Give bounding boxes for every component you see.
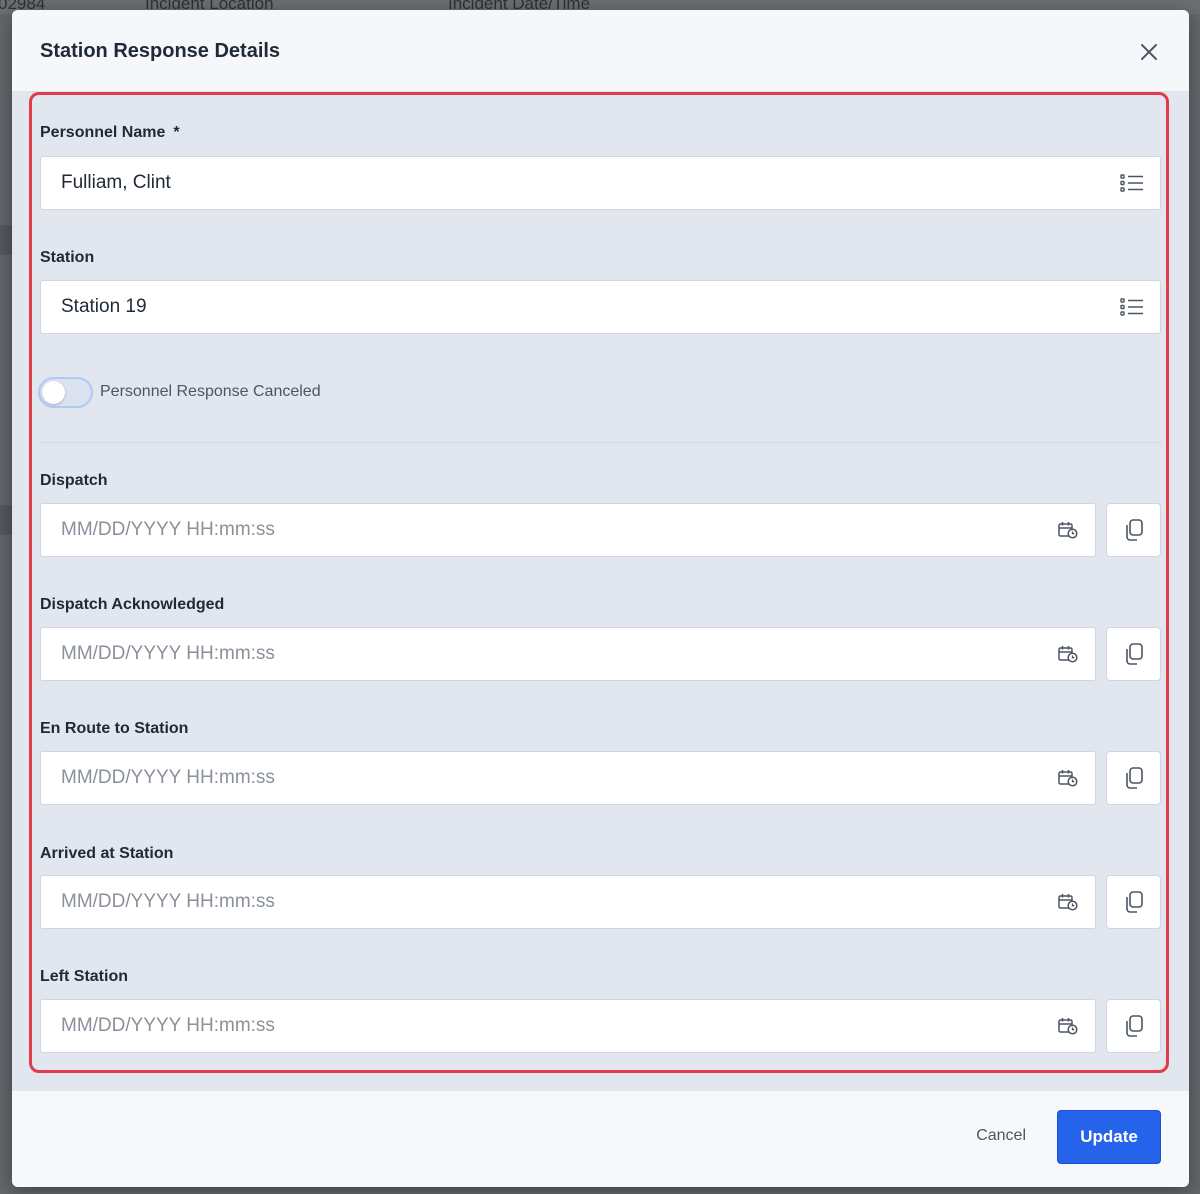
dispatch-field[interactable] <box>40 503 1096 557</box>
station-label: Station <box>40 249 95 266</box>
required-mark: * <box>173 124 180 141</box>
station-field[interactable]: Station 19 <box>40 280 1161 334</box>
modal-header: Station Response Details <box>12 10 1189 92</box>
personnel-name-value: Fulliam, Clint <box>61 172 171 193</box>
close-icon <box>1141 44 1157 60</box>
en-route-to-station-input[interactable] <box>61 752 1021 804</box>
copy-button[interactable] <box>1106 751 1161 805</box>
copy-button[interactable] <box>1106 875 1161 929</box>
update-button[interactable]: Update <box>1057 1110 1161 1164</box>
copy-icon <box>1125 891 1143 913</box>
personnel-response-canceled-label: Personnel Response Canceled <box>100 383 321 400</box>
copy-button[interactable] <box>1106 999 1161 1053</box>
copy-button[interactable] <box>1106 503 1161 557</box>
background-strip <box>0 505 12 535</box>
dispatch-acknowledged-field[interactable] <box>40 627 1096 681</box>
station-value: Station 19 <box>61 296 147 317</box>
left-station-label: Left Station <box>40 968 128 985</box>
background-strip <box>0 225 12 255</box>
left-station-field[interactable] <box>40 999 1096 1053</box>
dispatch-acknowledged-label: Dispatch Acknowledged <box>40 596 225 613</box>
arrived-at-station-label: Arrived at Station <box>40 845 174 862</box>
station-response-modal: Station Response Details Personnel Name *… <box>12 10 1189 1187</box>
toggle-knob <box>42 381 65 404</box>
list-icon[interactable] <box>1120 172 1144 194</box>
section-divider <box>40 442 1161 443</box>
en-route-to-station-label: En Route to Station <box>40 720 189 737</box>
copy-icon <box>1125 519 1143 541</box>
arrived-at-station-field[interactable] <box>40 875 1096 929</box>
modal-title: Station Response Details <box>40 40 281 62</box>
list-icon[interactable] <box>1120 296 1144 318</box>
close-button[interactable] <box>1137 40 1161 64</box>
en-route-to-station-field[interactable] <box>40 751 1096 805</box>
personnel-response-canceled-toggle[interactable] <box>38 377 93 408</box>
copy-button[interactable] <box>1106 627 1161 681</box>
calendar-clock-icon[interactable] <box>1058 645 1078 663</box>
calendar-clock-icon[interactable] <box>1058 769 1078 787</box>
cancel-button[interactable]: Cancel <box>976 1127 1026 1145</box>
personnel-name-field[interactable]: Fulliam, Clint <box>40 156 1161 210</box>
arrived-at-station-input[interactable] <box>61 876 1021 928</box>
left-station-input[interactable] <box>61 1000 1021 1052</box>
personnel-name-label-text: Personnel Name <box>40 124 166 141</box>
copy-icon <box>1125 643 1143 665</box>
calendar-clock-icon[interactable] <box>1058 893 1078 911</box>
copy-icon <box>1125 1015 1143 1037</box>
dispatch-input[interactable] <box>61 504 1021 556</box>
calendar-clock-icon[interactable] <box>1058 1017 1078 1035</box>
copy-icon <box>1125 767 1143 789</box>
dispatch-acknowledged-input[interactable] <box>61 628 1021 680</box>
personnel-name-label: Personnel Name * <box>40 124 180 142</box>
modal-footer: Cancel Update <box>12 1091 1189 1187</box>
dispatch-label: Dispatch <box>40 472 108 489</box>
calendar-clock-icon[interactable] <box>1058 521 1078 539</box>
